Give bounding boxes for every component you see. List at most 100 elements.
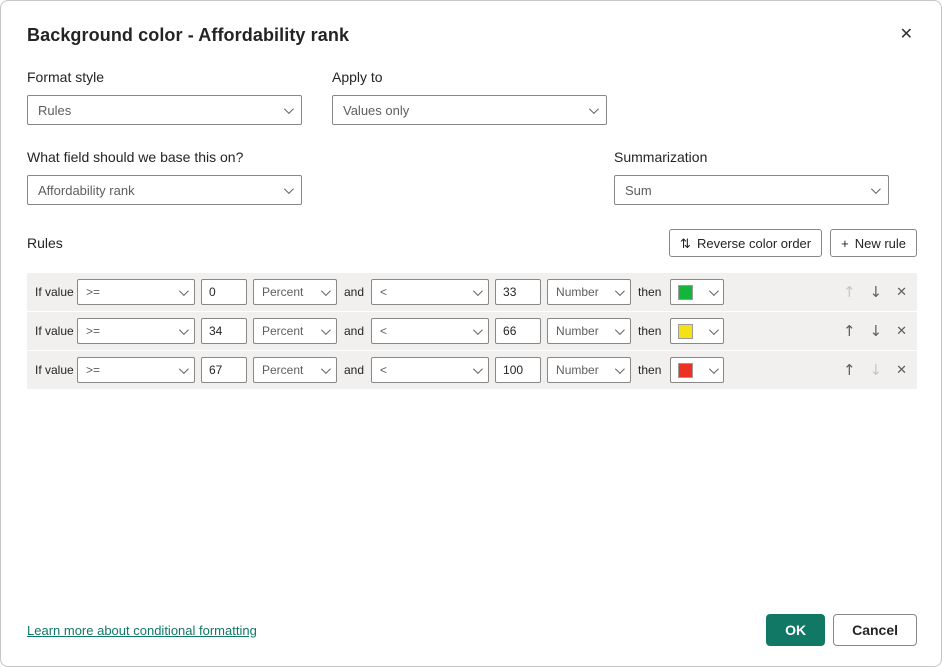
min-unit-dropdown[interactable]: Percent <box>253 279 337 305</box>
reverse-color-order-label: Reverse color order <box>697 236 811 251</box>
apply-to-label: Apply to <box>332 69 607 85</box>
conditional-formatting-dialog: Background color - Affordability rank ✕ … <box>0 0 942 667</box>
move-up-icon[interactable]: ↑ <box>841 361 858 380</box>
format-style-dropdown[interactable]: Rules <box>27 95 302 125</box>
max-operator-value: < <box>380 363 387 377</box>
max-operator-value: < <box>380 285 387 299</box>
delete-rule-icon[interactable]: ✕ <box>894 284 909 301</box>
and-label: and <box>344 324 364 338</box>
delete-rule-icon[interactable]: ✕ <box>894 362 909 379</box>
chevron-down-icon <box>179 286 189 296</box>
base-field-value: Affordability rank <box>38 183 135 198</box>
chevron-down-icon <box>284 184 294 194</box>
color-swatch <box>678 324 693 339</box>
min-operator-dropdown[interactable]: >= <box>77 279 195 305</box>
max-operator-dropdown[interactable]: < <box>371 357 489 383</box>
min-operator-value: >= <box>86 285 100 299</box>
summarization-value: Sum <box>625 183 652 198</box>
chevron-down-icon <box>321 364 331 374</box>
format-style-label: Format style <box>27 69 302 85</box>
new-rule-button[interactable]: + New rule <box>830 229 917 257</box>
min-operator-dropdown[interactable]: >= <box>77 318 195 344</box>
min-operator-value: >= <box>86 363 100 377</box>
min-operator-dropdown[interactable]: >= <box>77 357 195 383</box>
min-operator-value: >= <box>86 324 100 338</box>
reverse-order-icon: ⇅ <box>680 237 691 250</box>
and-label: and <box>344 363 364 377</box>
color-picker-dropdown[interactable] <box>670 357 724 383</box>
summarization-field: Summarization Sum <box>614 149 889 205</box>
format-style-field: Format style Rules <box>27 69 302 125</box>
color-swatch <box>678 285 693 300</box>
rule-row: If value >= Percent and < Number then ↑ … <box>27 351 917 389</box>
base-field-dropdown[interactable]: Affordability rank <box>27 175 302 205</box>
rules-header: Rules ⇅ Reverse color order + New rule <box>27 229 917 257</box>
cancel-button[interactable]: Cancel <box>833 614 917 646</box>
max-value-input[interactable] <box>495 357 541 383</box>
chevron-down-icon <box>179 325 189 335</box>
chevron-down-icon <box>871 184 881 194</box>
delete-rule-icon[interactable]: ✕ <box>894 323 909 340</box>
rule-row: If value >= Percent and < Number then ↑ … <box>27 273 917 311</box>
plus-icon: + <box>841 237 849 250</box>
min-unit-value: Percent <box>262 285 303 299</box>
ok-button[interactable]: OK <box>766 614 825 646</box>
chevron-down-icon <box>473 325 483 335</box>
rule-row: If value >= Percent and < Number then ↑ … <box>27 312 917 350</box>
chevron-down-icon <box>179 364 189 374</box>
max-unit-dropdown[interactable]: Number <box>547 357 631 383</box>
move-up-icon: ↑ <box>841 283 858 302</box>
if-value-label: If value <box>35 285 77 299</box>
if-value-label: If value <box>35 363 77 377</box>
max-operator-value: < <box>380 324 387 338</box>
chevron-down-icon <box>284 104 294 114</box>
dialog-title: Background color - Affordability rank <box>27 25 349 46</box>
max-unit-dropdown[interactable]: Number <box>547 279 631 305</box>
max-operator-dropdown[interactable]: < <box>371 279 489 305</box>
color-picker-dropdown[interactable] <box>670 318 724 344</box>
move-down-icon[interactable]: ↓ <box>868 322 885 341</box>
max-operator-dropdown[interactable]: < <box>371 318 489 344</box>
then-label: then <box>638 285 661 299</box>
chevron-down-icon <box>709 286 719 296</box>
chevron-down-icon <box>473 286 483 296</box>
min-value-input[interactable] <box>201 318 247 344</box>
max-unit-value: Number <box>556 363 599 377</box>
summarization-label: Summarization <box>614 149 889 165</box>
max-unit-value: Number <box>556 285 599 299</box>
chevron-down-icon <box>473 364 483 374</box>
field-summarization-row: What field should we base this on? Affor… <box>27 149 889 205</box>
max-unit-dropdown[interactable]: Number <box>547 318 631 344</box>
and-label: and <box>344 285 364 299</box>
summarization-dropdown[interactable]: Sum <box>614 175 889 205</box>
max-value-input[interactable] <box>495 318 541 344</box>
min-value-input[interactable] <box>201 357 247 383</box>
min-unit-dropdown[interactable]: Percent <box>253 357 337 383</box>
chevron-down-icon <box>709 364 719 374</box>
footer-buttons: OK Cancel <box>766 614 917 646</box>
color-picker-dropdown[interactable] <box>670 279 724 305</box>
chevron-down-icon <box>615 364 625 374</box>
then-label: then <box>638 363 661 377</box>
dialog-footer: Learn more about conditional formatting … <box>27 614 917 646</box>
format-apply-row: Format style Rules Apply to Values only <box>27 69 917 125</box>
max-value-input[interactable] <box>495 279 541 305</box>
rules-label: Rules <box>27 235 63 251</box>
min-value-input[interactable] <box>201 279 247 305</box>
base-field-label: What field should we base this on? <box>27 149 302 165</box>
learn-more-link[interactable]: Learn more about conditional formatting <box>27 623 257 638</box>
chevron-down-icon <box>709 325 719 335</box>
base-field-field: What field should we base this on? Affor… <box>27 149 302 205</box>
chevron-down-icon <box>615 325 625 335</box>
apply-to-value: Values only <box>343 103 409 118</box>
reverse-color-order-button[interactable]: ⇅ Reverse color order <box>669 229 822 257</box>
move-down-icon[interactable]: ↓ <box>868 283 885 302</box>
if-value-label: If value <box>35 324 77 338</box>
min-unit-dropdown[interactable]: Percent <box>253 318 337 344</box>
move-down-icon: ↓ <box>868 361 885 380</box>
apply-to-dropdown[interactable]: Values only <box>332 95 607 125</box>
close-icon[interactable]: ✕ <box>896 23 917 47</box>
min-unit-value: Percent <box>262 324 303 338</box>
move-up-icon[interactable]: ↑ <box>841 322 858 341</box>
min-unit-value: Percent <box>262 363 303 377</box>
